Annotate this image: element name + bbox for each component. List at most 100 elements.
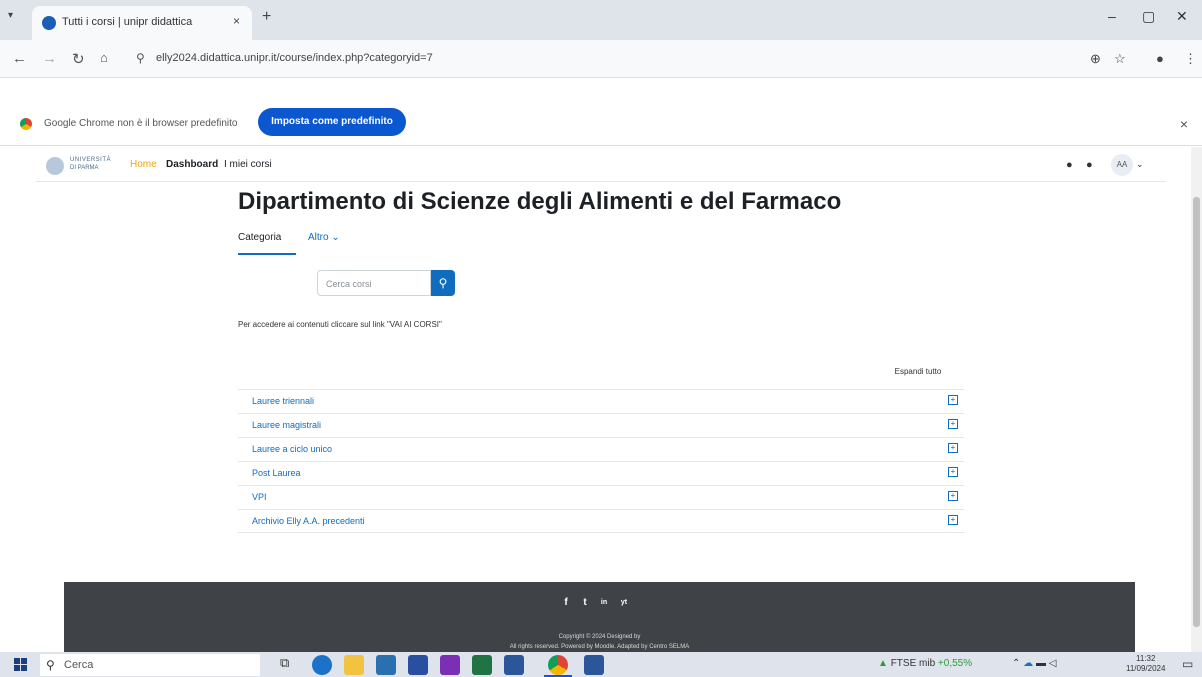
windows-start-icon[interactable]: [14, 658, 28, 672]
youtube-icon[interactable]: yt: [619, 598, 629, 608]
onedrive-icon[interactable]: ☁: [1023, 658, 1033, 669]
new-tab-button[interactable]: +: [262, 8, 271, 26]
minimize-button[interactable]: –: [1108, 8, 1116, 24]
bookmark-star-icon[interactable]: ☆: [1114, 51, 1126, 67]
logo-line2: DI PARMA: [70, 165, 99, 171]
expand-plus-icon[interactable]: +: [948, 419, 958, 429]
set-default-button[interactable]: Imposta come predefinito: [258, 108, 406, 136]
store-icon[interactable]: [376, 655, 396, 675]
user-menu-chevron-icon[interactable]: ⌄: [1136, 159, 1144, 170]
tab-search-icon[interactable]: ▾: [8, 10, 13, 21]
category-link[interactable]: Post Laurea: [252, 468, 301, 478]
university-logo[interactable]: UNIVERSITÀ DI PARMA: [46, 157, 126, 175]
secondary-navigation: Categoria Altro ⌄: [238, 228, 438, 256]
edge-browser-icon[interactable]: [312, 655, 332, 675]
maximize-button[interactable]: ▢: [1142, 8, 1155, 25]
browser-tab-active[interactable]: Tutti i corsi | unipr didattica ×: [32, 6, 252, 40]
site-info-icon[interactable]: ⚲: [136, 51, 145, 65]
home-icon[interactable]: ⌂: [100, 50, 108, 65]
category-row[interactable]: Lauree magistrali +: [238, 413, 964, 437]
footer-powered-by: All rights reserved. Powered by Moodle. …: [509, 644, 690, 650]
search-submit-button[interactable]: ⚲: [431, 270, 455, 296]
nav-my-courses-link[interactable]: I miei corsi: [224, 159, 272, 170]
excel-icon[interactable]: [472, 655, 492, 675]
page-title: Dipartimento di Scienze degli Alimenti e…: [238, 188, 842, 215]
clock-time: 11:32: [1136, 654, 1156, 663]
scrollbar-thumb[interactable]: [1193, 197, 1200, 627]
browser-tab-strip: ▾ Tutti i corsi | unipr didattica × + – …: [0, 0, 1202, 40]
notification-center-icon[interactable]: ▭: [1182, 657, 1193, 671]
site-favicon-icon: [42, 16, 56, 30]
file-explorer-icon[interactable]: [344, 655, 364, 675]
infobar-close-icon[interactable]: ×: [1180, 116, 1188, 132]
chrome-taskbar-icon[interactable]: [548, 655, 568, 675]
category-link[interactable]: Archivio Elly A.A. precedenti: [252, 516, 365, 526]
category-link[interactable]: VPI: [252, 492, 267, 502]
expand-plus-icon[interactable]: +: [948, 515, 958, 525]
tray-chevron-icon[interactable]: ⌃: [1012, 658, 1020, 669]
back-icon[interactable]: ←: [12, 50, 27, 67]
ticker-chart-icon: ▲: [878, 658, 888, 669]
expand-plus-icon[interactable]: +: [948, 395, 958, 405]
footer-copyright: Copyright © 2024 Designed by: [558, 634, 641, 640]
category-link[interactable]: Lauree triennali: [252, 396, 314, 406]
address-bar[interactable]: ⚲ elly2024.didattica.unipr.it/course/ind…: [130, 47, 1080, 71]
user-avatar[interactable]: AA: [1111, 154, 1133, 176]
site-navbar: UNIVERSITÀ DI PARMA Home Dashboard I mie…: [36, 148, 1166, 182]
site-footer: f t in yt Copyright © 2024 Designed by A…: [64, 582, 1135, 652]
reload-icon[interactable]: ↻: [72, 50, 85, 68]
access-hint: Per accedere ai contenuti cliccare sul l…: [238, 320, 442, 329]
windows-taskbar: ⚲ Cerca ⧉ ▲ FTSE mib +0,55% ⌃ ☁ ▬ ◁ 11:3…: [0, 652, 1202, 677]
category-list: Lauree triennali + Lauree magistrali + L…: [238, 389, 964, 533]
category-row[interactable]: Lauree a ciclo unico +: [238, 437, 964, 461]
logo-line1: UNIVERSITÀ: [70, 157, 112, 163]
forward-icon[interactable]: →: [42, 50, 57, 67]
tab-close-icon[interactable]: ×: [233, 14, 240, 28]
browser-toolbar: ← → ↻ ⌂ ⚲ elly2024.didattica.unipr.it/co…: [0, 40, 1202, 78]
tab-altro[interactable]: Altro ⌄: [308, 232, 340, 243]
page-scrollbar[interactable]: [1191, 147, 1202, 652]
linkedin-icon[interactable]: in: [599, 598, 609, 608]
university-seal-icon: [46, 157, 64, 175]
messages-chat-icon[interactable]: ●: [1086, 159, 1093, 171]
notifications-bell-icon[interactable]: ●: [1066, 159, 1073, 171]
speaker-icon[interactable]: ◁: [1049, 658, 1057, 669]
category-link[interactable]: Lauree a ciclo unico: [252, 444, 332, 454]
category-link[interactable]: Lauree magistrali: [252, 420, 321, 430]
system-tray[interactable]: ⌃ ☁ ▬ ◁: [1012, 658, 1056, 669]
nav-dashboard-link[interactable]: Dashboard: [166, 159, 218, 170]
bank-app-icon[interactable]: [408, 655, 428, 675]
url-text: elly2024.didattica.unipr.it/course/index…: [156, 52, 433, 64]
network-icon[interactable]: ▬: [1036, 658, 1046, 669]
search-icon: ⚲: [46, 658, 55, 672]
nav-home-link[interactable]: Home: [130, 159, 157, 170]
ticker-change: +0,55%: [937, 658, 973, 669]
default-browser-infobar: Google Chrome non è il browser predefini…: [0, 78, 1202, 146]
task-view-icon[interactable]: ⧉: [280, 655, 300, 675]
category-row[interactable]: VPI +: [238, 485, 964, 509]
zoom-icon[interactable]: ⊕: [1090, 51, 1101, 67]
course-search-input[interactable]: Cerca corsi: [317, 270, 431, 296]
category-row[interactable]: Archivio Elly A.A. precedenti +: [238, 509, 964, 533]
taskbar-clock[interactable]: 11:32 11/09/2024: [1126, 654, 1165, 674]
course-search: Cerca corsi ⚲: [317, 270, 455, 296]
expand-plus-icon[interactable]: +: [948, 443, 958, 453]
expand-plus-icon[interactable]: +: [948, 467, 958, 477]
expand-plus-icon[interactable]: +: [948, 491, 958, 501]
category-row[interactable]: Lauree triennali +: [238, 389, 964, 413]
category-row[interactable]: Post Laurea +: [238, 461, 964, 485]
taskbar-search-box[interactable]: ⚲ Cerca: [40, 654, 260, 676]
stock-ticker-widget[interactable]: ▲ FTSE mib +0,55%: [878, 658, 972, 669]
infobar-message: Google Chrome non è il browser predefini…: [44, 118, 238, 129]
close-window-button[interactable]: ✕: [1176, 8, 1188, 25]
facebook-icon[interactable]: f: [561, 598, 571, 608]
profile-icon[interactable]: ●: [1156, 51, 1164, 66]
tab-title: Tutti i corsi | unipr didattica: [62, 16, 193, 28]
word-icon[interactable]: [504, 655, 524, 675]
tab-categoria[interactable]: Categoria: [238, 232, 296, 255]
twitter-icon[interactable]: t: [580, 598, 590, 608]
expand-all-button[interactable]: Espandi tutto: [875, 361, 961, 383]
menu-kebab-icon[interactable]: ⋮: [1184, 51, 1197, 67]
teams-icon[interactable]: [440, 655, 460, 675]
outlook-icon[interactable]: [584, 655, 604, 675]
